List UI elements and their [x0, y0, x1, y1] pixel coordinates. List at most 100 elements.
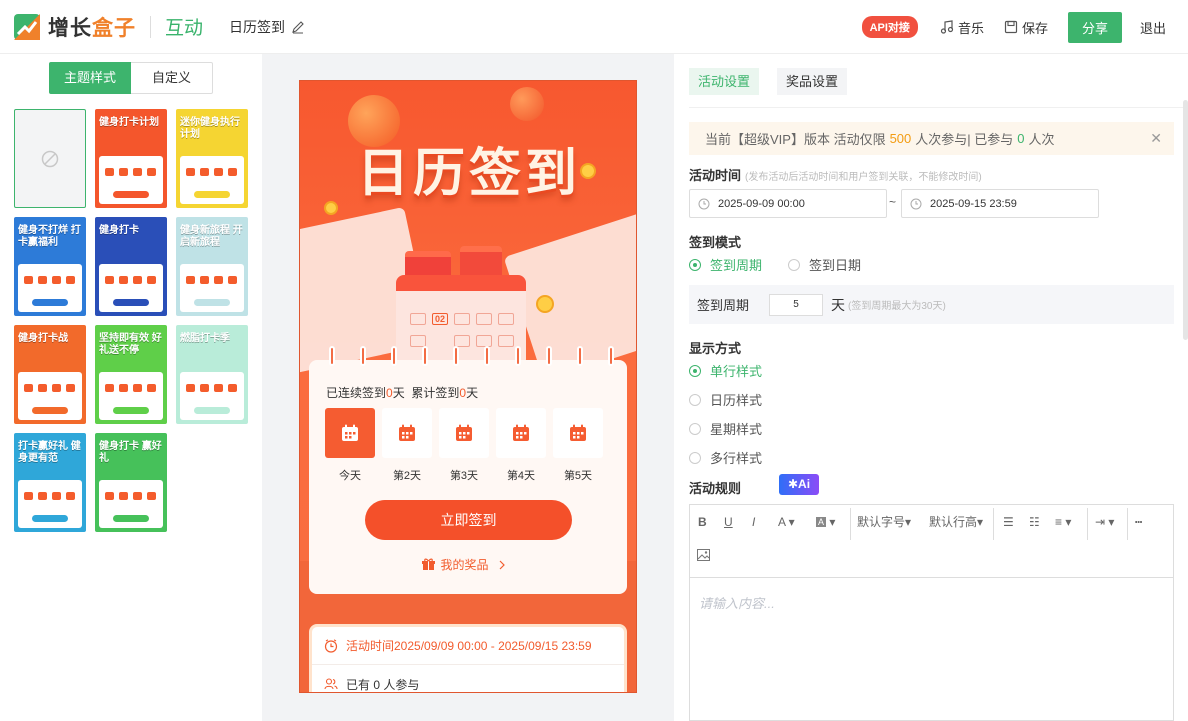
editor-toolbar: B U I A ▾ A ▾ 默认字号 ▾ 默认行高 ▾ ☰ ☷ ≡ ▾ ⇥ ▾ ┅	[690, 505, 1173, 578]
theme-thumbnail[interactable]: 健身不打烊 打卡赢福利	[14, 217, 86, 316]
theme-card	[18, 480, 82, 528]
music-icon	[940, 20, 954, 34]
edit-icon[interactable]	[291, 20, 305, 34]
participants-row: 已有 0 人参与	[312, 665, 624, 692]
day-item[interactable]: 第5天	[553, 408, 603, 483]
calendar-ring	[329, 346, 335, 366]
day-label: 第5天	[563, 470, 593, 482]
mode-label: 签到模式	[689, 235, 742, 250]
theme-title: 健身打卡	[99, 225, 139, 236]
start-time-input[interactable]: 2025-09-09 00:00	[689, 189, 887, 218]
theme-thumbnail[interactable]: 健身新旅程 开启新旅程	[176, 217, 248, 316]
theme-title: 燃脂打卡季	[180, 333, 230, 344]
logout-button[interactable]: 退出	[1140, 18, 1166, 37]
api-badge[interactable]: API对接	[861, 16, 918, 38]
checkin-card: 已连续签到0天 累计签到0天 今天 第2天 第3天 第4天 第5天 立即签到 我的奖品	[309, 346, 627, 594]
theme-thumbnail[interactable]: 健身打卡计划	[95, 109, 167, 208]
theme-title: 健身打卡 赢好礼	[99, 441, 162, 464]
radio-mode-period[interactable]: 签到周期	[689, 255, 762, 274]
my-prizes-link[interactable]: 我的奖品	[309, 556, 627, 573]
calendar-ring	[453, 346, 459, 366]
activity-name-text: 日历签到	[229, 18, 286, 35]
tab-custom[interactable]: 自定义	[131, 62, 213, 94]
radio-display-option[interactable]: 单行样式	[689, 361, 762, 380]
theme-thumbnail[interactable]: 燃脂打卡季	[176, 325, 248, 424]
period-label: 签到周期	[697, 298, 750, 313]
calendar-ring	[577, 346, 583, 366]
end-time-value: 2025-09-15 23:59	[930, 197, 1017, 210]
day-item[interactable]: 今天	[325, 408, 375, 483]
radio-display-option[interactable]: 星期样式	[689, 419, 762, 438]
align-icon[interactable]: ≡ ▾	[1055, 515, 1071, 529]
editor-placeholder[interactable]: 请输入内容...	[699, 593, 775, 612]
period-row: 签到周期 5 天 (签到周期最大为30天)	[689, 285, 1174, 324]
theme-none[interactable]	[14, 109, 86, 208]
tab-prize-settings[interactable]: 奖品设置	[777, 68, 848, 95]
end-time-input[interactable]: 2025-09-15 23:59	[901, 189, 1099, 218]
radio-display-option[interactable]: 多行样式	[689, 448, 762, 467]
underline-icon[interactable]: U	[724, 515, 733, 529]
theme-thumbnail[interactable]: 健身打卡	[95, 217, 167, 316]
day-item[interactable]: 第2天	[382, 408, 432, 483]
module-title: 互动	[165, 18, 204, 39]
theme-thumbnail[interactable]: 健身打卡战	[14, 325, 86, 424]
theme-thumbnail[interactable]: 坚持即有效 好礼送不停	[95, 325, 167, 424]
ai-button[interactable]: ✱Ai	[779, 474, 819, 495]
tab-theme-style[interactable]: 主题样式	[49, 62, 131, 94]
save-button[interactable]: 保存	[1004, 18, 1048, 37]
calendar-ring	[608, 346, 614, 366]
rules-label: 活动规则	[689, 481, 742, 496]
image-icon[interactable]	[697, 549, 710, 561]
bullet-list-icon[interactable]: ☰	[1003, 515, 1014, 529]
radio-display-option[interactable]: 日历样式	[689, 390, 762, 409]
theme-thumbnail[interactable]: 迷你健身执行计划	[176, 109, 248, 208]
font-size-select[interactable]: 默认字号 ▾	[857, 513, 911, 530]
chevron-right-icon	[499, 560, 505, 569]
close-icon[interactable]: ✕	[1150, 130, 1162, 147]
theme-thumbnail[interactable]: 健身打卡 赢好礼	[95, 433, 167, 532]
version-notice: 当前【超级VIP】版本 活动仅限 500 人次参与| 已参与 0 人次 ✕	[689, 122, 1174, 155]
theme-grid: 健身打卡计划 迷你健身执行计划健身不打烊 打卡赢福利 健身打卡 健身新旅程 开启新旅程…	[14, 109, 248, 532]
radio-mode-date[interactable]: 签到日期	[788, 255, 861, 274]
header-divider	[150, 15, 151, 38]
divider-icon[interactable]: ┅	[1135, 515, 1142, 529]
scrollbar[interactable]	[1183, 100, 1188, 340]
theme-card	[99, 480, 163, 528]
checkin-button[interactable]: 立即签到	[365, 500, 572, 540]
music-button[interactable]: 音乐	[940, 18, 984, 37]
tab-activity-settings[interactable]: 活动设置	[689, 68, 760, 95]
day-list: 今天 第2天 第3天 第4天 第5天	[325, 408, 610, 483]
italic-icon[interactable]: I	[752, 515, 755, 529]
share-button[interactable]: 分享	[1067, 11, 1122, 43]
theme-title: 健身打卡战	[18, 333, 68, 344]
ordered-list-icon[interactable]: ☷	[1029, 515, 1040, 529]
calendar-ring	[484, 346, 490, 366]
participants-text: 已有 0 人参与	[346, 677, 420, 692]
bg-color-icon[interactable]: A ▾	[816, 515, 835, 529]
bold-icon[interactable]: B	[698, 515, 707, 529]
indent-icon[interactable]: ⇥ ▾	[1095, 515, 1114, 529]
theme-card	[180, 372, 244, 420]
calendar-icon	[399, 424, 415, 441]
line-height-select[interactable]: 默认行高 ▾	[929, 513, 983, 530]
day-item[interactable]: 第3天	[439, 408, 489, 483]
theme-title: 健身新旅程 开启新旅程	[180, 225, 243, 248]
theme-tab-group: 主题样式 自定义	[49, 62, 213, 94]
time-label: 活动时间 (发布活动后活动时间和用户签到关联，不能修改时间)	[689, 168, 982, 183]
activity-name[interactable]: 日历签到	[229, 17, 305, 37]
day-item[interactable]: 第4天	[496, 408, 546, 483]
calendar-ring	[391, 346, 397, 366]
calendar-ring	[546, 346, 552, 366]
calendar-ring	[515, 346, 521, 366]
theme-thumbnail[interactable]: 打卡赢好礼 健身更有范	[14, 433, 86, 532]
theme-card	[180, 264, 244, 312]
font-color-icon[interactable]: A ▾	[778, 515, 795, 529]
logo[interactable]: 增长盒子	[14, 12, 136, 42]
theme-title: 健身不打烊 打卡赢福利	[18, 225, 81, 248]
start-time-value: 2025-09-09 00:00	[718, 197, 805, 210]
calendar-ring	[422, 346, 428, 366]
period-input[interactable]: 5	[769, 293, 824, 316]
decor-coin	[536, 295, 554, 313]
my-prizes-label: 我的奖品	[440, 558, 489, 572]
save-label: 保存	[1021, 20, 1048, 36]
